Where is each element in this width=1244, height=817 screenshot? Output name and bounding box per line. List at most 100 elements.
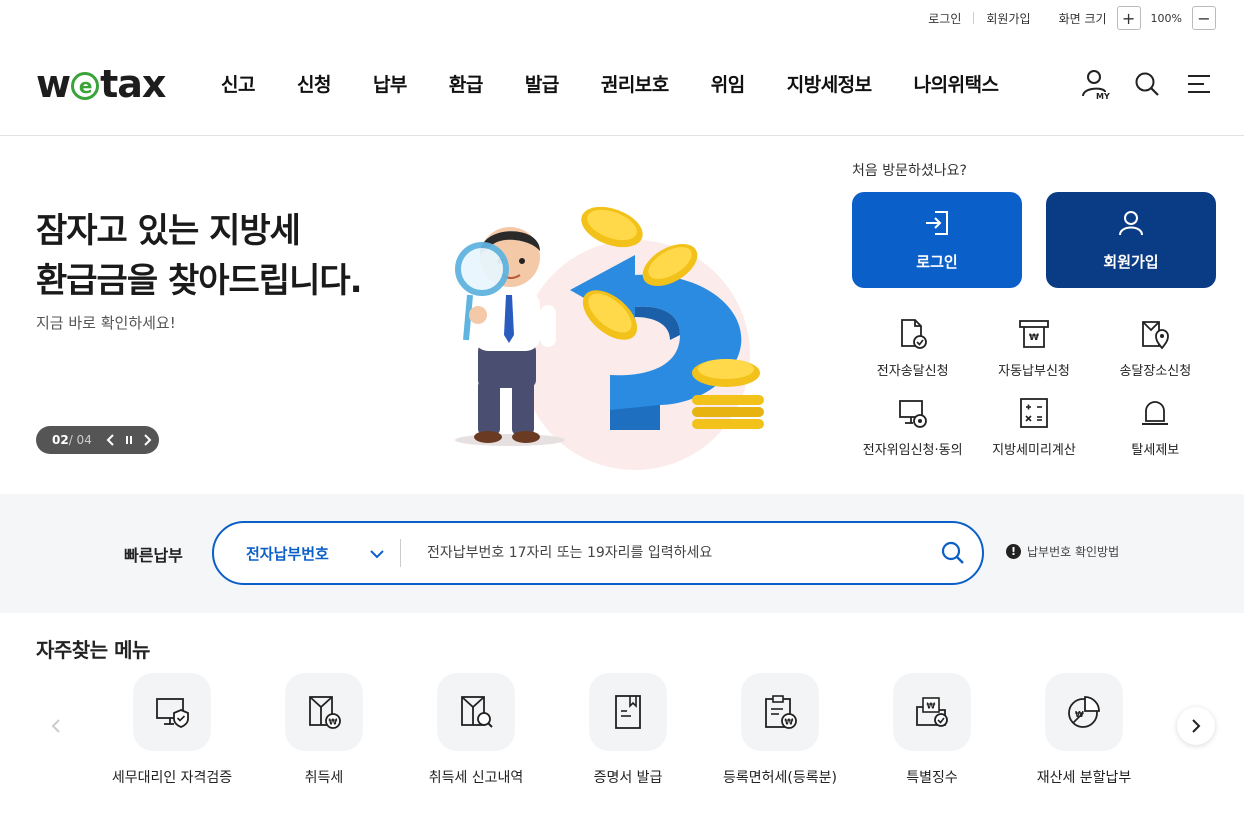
quick-pay-label: 빠른납부: [124, 546, 183, 565]
nav-item-my-wetax[interactable]: 나의위택스: [893, 70, 1020, 97]
e-delegation-icon: [895, 395, 931, 431]
zoom-out-button[interactable]: −: [1192, 6, 1216, 30]
auto-pay-icon: ₩: [1016, 316, 1052, 352]
svg-text:₩: ₩: [927, 702, 936, 711]
e-delivery-icon: [895, 316, 931, 352]
my-page-icon[interactable]: MY: [1080, 68, 1110, 100]
nav-item-rights[interactable]: 권리보호: [580, 70, 690, 97]
freq-item-label: 등록면허세(등록분): [723, 770, 837, 786]
chevron-right-icon: [1192, 719, 1201, 733]
slide-prev-icon[interactable]: [102, 431, 120, 449]
search-icon[interactable]: [1132, 68, 1162, 100]
freq-item-label: 취득세 신고내역: [428, 770, 524, 786]
acquisition-tax-icon: ₩: [285, 673, 363, 751]
quick-label: 송달장소신청: [1119, 364, 1192, 379]
slide-current: 02: [52, 433, 69, 447]
quick-label: 전자송달신청: [876, 364, 949, 379]
quick-label: 자동납부신청: [998, 364, 1070, 379]
tax-report-search-icon: [437, 673, 515, 751]
quick-label: 전자위임신청·동의: [862, 443, 963, 458]
nav-item-refund[interactable]: 환급: [428, 70, 504, 97]
wetax-logo[interactable]: w e tax: [36, 62, 166, 106]
util-join-link[interactable]: 회원가입: [974, 10, 1042, 27]
quick-tax-evasion-report[interactable]: 탈세제보: [1095, 395, 1216, 458]
monitor-shield-icon: [133, 673, 211, 751]
quick-e-delegation[interactable]: 전자위임신청·동의: [852, 395, 973, 458]
menu-icon[interactable]: [1184, 68, 1214, 100]
pie-won-icon: ₩: [1045, 673, 1123, 751]
util-login-link[interactable]: 로그인: [916, 10, 973, 27]
freq-prev-button[interactable]: [37, 707, 75, 745]
freq-item-label: 세무대리인 자격검증: [111, 770, 233, 786]
alarm-bell-icon: [1137, 395, 1173, 431]
quick-auto-pay[interactable]: ₩ 자동납부신청: [973, 316, 1094, 379]
pay-help-label: 납부번호 확인방법: [1027, 545, 1120, 559]
login-icon: [923, 209, 951, 241]
hero-slider-controls: 02 / 04: [36, 426, 159, 454]
freq-item-acquisition-report-history[interactable]: 취득세 신고내역: [400, 673, 552, 787]
pay-search-button[interactable]: [924, 523, 982, 583]
quick-label: 지방세미리계산: [992, 443, 1076, 458]
pay-number-help-link[interactable]: ! 납부번호 확인방법: [1006, 543, 1119, 560]
first-visit-text: 처음 방문하셨나요?: [852, 163, 967, 179]
pay-number-input[interactable]: [401, 545, 924, 561]
freq-item-registration-license-tax[interactable]: ₩ 등록면허세(등록분): [704, 673, 856, 787]
slide-total: / 04: [68, 433, 92, 447]
delivery-location-icon: [1137, 316, 1173, 352]
quick-label: 탈세제보: [1131, 443, 1180, 458]
freq-next-button[interactable]: [1177, 707, 1215, 745]
hero-title: 잠자고 있는 지방세 환급금을 찾아드립니다.: [36, 211, 363, 301]
zoom-label: 화면 크기: [1058, 11, 1107, 26]
quick-e-delivery[interactable]: 전자송달신청: [852, 316, 973, 379]
join-button[interactable]: 회원가입: [1046, 192, 1216, 288]
freq-item-property-tax-installment[interactable]: ₩ 재산세 분할납부: [1008, 673, 1160, 787]
utility-bar: 로그인 회원가입 화면 크기 + 100% −: [916, 6, 1216, 30]
clipboard-won-icon: ₩: [741, 673, 819, 751]
main-nav: 신고 신청 납부 환급 발급 권리보호 위임 지방세정보 나의위택스: [200, 70, 1020, 97]
freq-item-label: 증명서 발급: [593, 770, 663, 786]
chevron-left-icon: [51, 719, 60, 733]
search-icon: [941, 541, 964, 564]
nav-item-local-tax-info[interactable]: 지방세정보: [766, 70, 893, 97]
frequent-menu-title: 자주찾는 메뉴: [36, 638, 150, 662]
quick-delivery-location[interactable]: 송달장소신청: [1095, 316, 1216, 379]
frequent-menu-list: 세무대리인 자격검증 ₩ 취득세 취득세 신고내역 증명서 발급 ₩ 등록면허세…: [96, 673, 1160, 787]
freq-item-special-collection[interactable]: ₩ 특별징수: [856, 673, 1008, 787]
join-button-label: 회원가입: [1103, 252, 1159, 271]
login-button[interactable]: 로그인: [852, 192, 1022, 288]
nav-item-delegation[interactable]: 위임: [690, 70, 766, 97]
freq-item-label: 재산세 분할납부: [1036, 770, 1132, 786]
quick-pay-box: 전자납부번호: [212, 521, 984, 585]
hero-subtitle: 지금 바로 확인하세요!: [36, 314, 176, 332]
freq-item-certificate-issue[interactable]: 증명서 발급: [552, 673, 704, 787]
login-button-label: 로그인: [916, 252, 958, 271]
header-divider: [0, 135, 1244, 136]
nav-item-apply[interactable]: 신청: [276, 70, 352, 97]
freq-item-agent-verify[interactable]: 세무대리인 자격검증: [96, 673, 248, 787]
folder-check-icon: ₩: [893, 673, 971, 751]
calculator-icon: [1016, 395, 1052, 431]
pay-type-select[interactable]: 전자납부번호: [214, 523, 400, 583]
freq-item-label: 취득세: [304, 770, 344, 786]
freq-item-label: 특별징수: [906, 770, 958, 786]
slide-next-icon[interactable]: [138, 431, 156, 449]
svg-text:₩: ₩: [1029, 333, 1039, 343]
svg-text:₩: ₩: [785, 718, 794, 727]
hero-refund-illustration: [455, 206, 764, 470]
user-icon: [1117, 209, 1145, 241]
svg-text:₩: ₩: [1075, 710, 1084, 719]
nav-item-issue[interactable]: 발급: [504, 70, 580, 97]
zoom-in-button[interactable]: +: [1116, 6, 1141, 30]
chevron-down-icon: [370, 544, 384, 563]
pay-type-value: 전자납부번호: [246, 544, 329, 563]
slide-pause-icon[interactable]: [120, 431, 138, 449]
nav-item-payment[interactable]: 납부: [352, 70, 428, 97]
nav-item-report[interactable]: 신고: [200, 70, 276, 97]
quick-calculator[interactable]: 지방세미리계산: [973, 395, 1094, 458]
svg-text:₩: ₩: [329, 718, 338, 727]
header-icons: MY: [1080, 68, 1214, 100]
freq-item-acquisition-tax[interactable]: ₩ 취득세: [248, 673, 400, 787]
certificate-icon: [589, 673, 667, 751]
logo-e-mark: e: [71, 72, 100, 100]
info-alert-icon: !: [1006, 544, 1021, 559]
